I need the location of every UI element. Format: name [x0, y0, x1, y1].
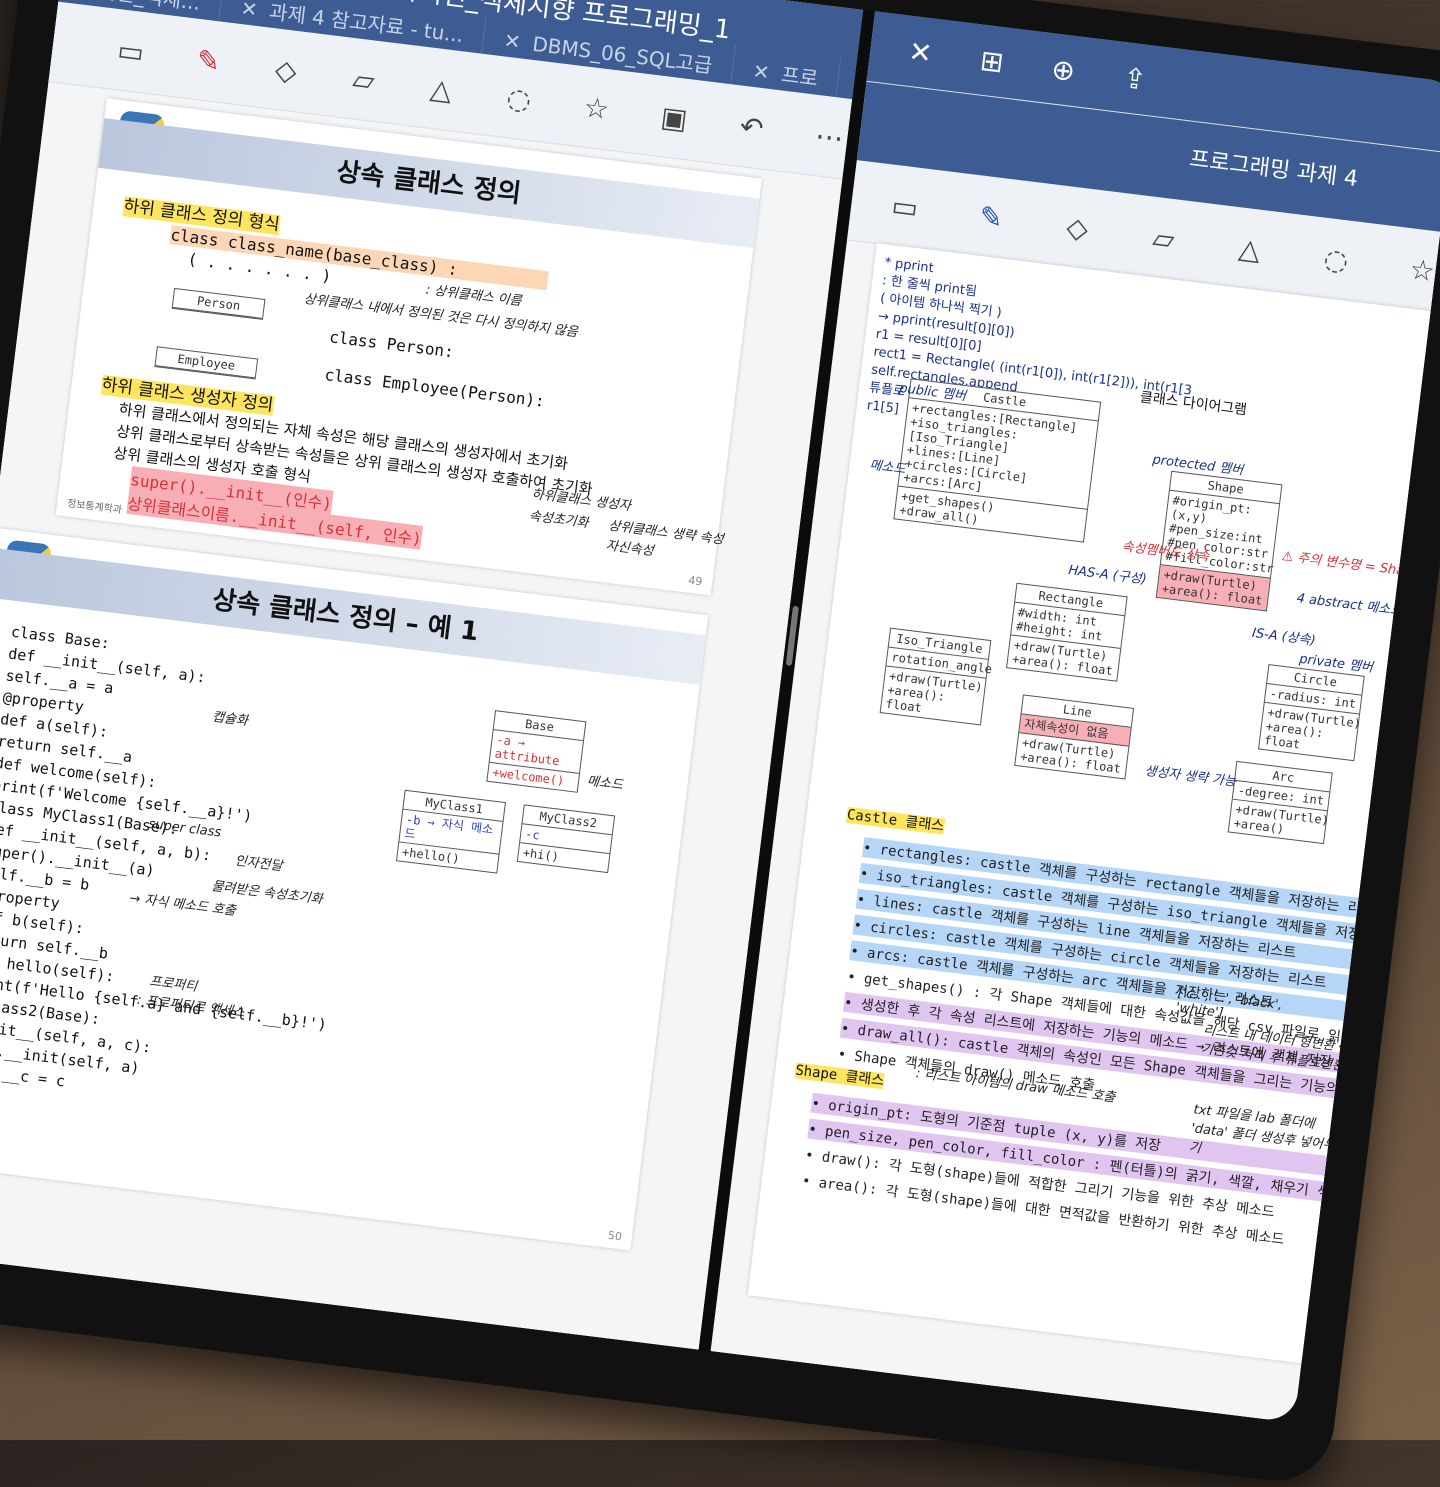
- sidebar-icon[interactable]: ▭: [889, 185, 921, 228]
- tablet-device: 2. 파이썬_객체지향 프로그래밍_1 파이썬_객체... ✕과제 4 참고자료…: [0, 0, 1440, 1487]
- handwritten-note: 메소드: [868, 458, 907, 478]
- image-icon[interactable]: ▣: [654, 95, 695, 139]
- handwritten-note: 4 abstract 메소드 가진 추상클래스: [1295, 591, 1440, 631]
- uml-rectangle: Rectangle #width: int #height: int +draw(…: [1006, 582, 1128, 682]
- lasso-icon[interactable]: ◌: [499, 76, 540, 120]
- page-number: 49: [687, 573, 704, 589]
- sticker-icon[interactable]: ☆: [1406, 248, 1438, 291]
- close-icon[interactable]: ✕: [751, 59, 771, 85]
- uml-employee: Employee: [154, 346, 259, 380]
- close-icon[interactable]: ✕: [898, 30, 943, 75]
- code-line: class Person:: [328, 327, 455, 362]
- castle-heading: Castle 클래스: [845, 806, 945, 835]
- share-icon[interactable]: ⇪: [1113, 56, 1158, 101]
- handwritten-note: HAS-A (구성): [1067, 563, 1148, 588]
- uml-base: Base -a → attribute +welcome(): [486, 710, 587, 793]
- highlighter-icon[interactable]: ▱: [1148, 217, 1180, 260]
- grid-icon[interactable]: ⊞: [970, 39, 1015, 84]
- page-number: 50: [607, 1228, 623, 1244]
- castle-list: • rectangles: castle 객체를 구성하는 rectangle …: [836, 831, 1440, 1140]
- close-icon[interactable]: ✕: [239, 0, 259, 22]
- highlighter-icon[interactable]: ▱: [343, 57, 384, 101]
- slide-49: 상속 클래스 정의 하위 클래스 정의 형식 class class_name(…: [55, 98, 762, 596]
- uml-myclass2: MyClass2 -c +hi(): [516, 804, 616, 874]
- slide-50: 상속 클래스 정의 – 예 1 class Base: def __init__…: [0, 527, 709, 1251]
- uml-line: Line 자체속성이 없음 +draw(Turtle) +area(): floa…: [1014, 694, 1135, 780]
- uml-iso-triangle: Iso_Triangle rotation_angle +draw(Turtle…: [879, 627, 993, 726]
- slide-footer: 정보통계학과: [66, 498, 123, 517]
- handwritten-note: 생성자 생략 가능: [1143, 763, 1237, 790]
- add-page-icon[interactable]: ⊕: [1041, 47, 1086, 92]
- code-line: class Employee(Person):: [323, 364, 546, 411]
- uml-castle: Castle +rectangles:[Rectangle] +iso_trian…: [893, 378, 1102, 543]
- lasso-icon[interactable]: ◌: [1320, 238, 1352, 281]
- photo-scene: 2. 파이썬_객체지향 프로그래밍_1 파이썬_객체... ✕과제 4 참고자료…: [0, 0, 1440, 1487]
- handwritten-note: 메소드: [586, 773, 624, 794]
- sticker-icon[interactable]: ☆: [576, 86, 617, 130]
- tablet-screen: 2. 파이썬_객체지향 프로그래밍_1 파이썬_객체... ✕과제 4 참고자료…: [0, 0, 1440, 1423]
- shapes-icon[interactable]: △: [421, 67, 462, 111]
- eraser-icon[interactable]: ◇: [1062, 206, 1094, 249]
- uml-circle: Circle -radius: int +draw(Turtle) +area()…: [1258, 664, 1365, 762]
- handwritten-note: 속성초기화: [528, 508, 590, 532]
- eraser-icon[interactable]: ◇: [266, 48, 307, 92]
- undo-icon[interactable]: ↶: [731, 105, 772, 149]
- assignment-page: * pprint: 한 줄씩 print됨( 아이템 하나씩 찍기 ) → ppr…: [747, 243, 1440, 1364]
- uml-person: Person: [171, 287, 266, 320]
- handwritten-note: ⚠ 주의 변수명 = Shape( ): [1280, 548, 1436, 583]
- uml-myclass1: MyClass1 -b → 자식 메소드 +hello(): [395, 789, 506, 874]
- shapes-icon[interactable]: △: [1234, 227, 1266, 270]
- code-block: class Base: def __init__(self, a): self.…: [0, 621, 371, 1124]
- pen-icon[interactable]: ✎: [975, 195, 1007, 238]
- pen-icon[interactable]: ✎: [188, 38, 229, 82]
- sidebar-icon[interactable]: ▭: [110, 29, 151, 73]
- shape-list: • origin_pt: 도형의 기준점 tuple (x, y)를 저장 • p…: [800, 1087, 1428, 1272]
- uml-arc: Arc -degree: int +draw(Turtle) +area(): [1227, 760, 1333, 845]
- handwritten-note: IS-A (상속): [1251, 625, 1317, 649]
- close-icon[interactable]: ✕: [503, 28, 523, 54]
- more-icon[interactable]: ⋯: [809, 115, 850, 159]
